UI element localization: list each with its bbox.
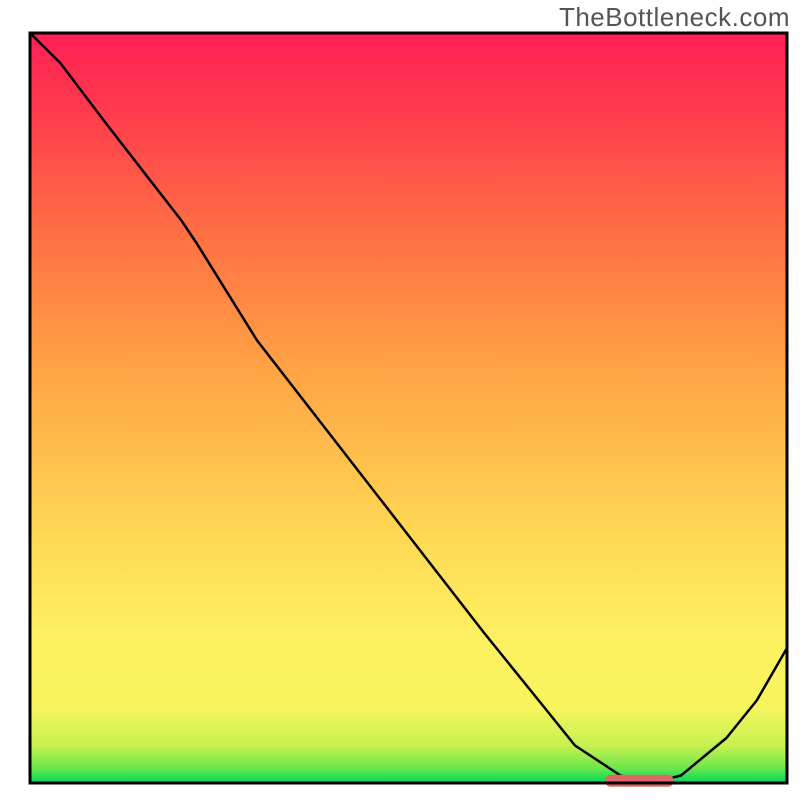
optimal-range-marker bbox=[605, 775, 673, 787]
chart-frame: TheBottleneck.com bbox=[0, 0, 800, 800]
watermark-text: TheBottleneck.com bbox=[559, 2, 790, 33]
chart-background bbox=[30, 33, 787, 783]
bottleneck-chart bbox=[0, 0, 800, 800]
